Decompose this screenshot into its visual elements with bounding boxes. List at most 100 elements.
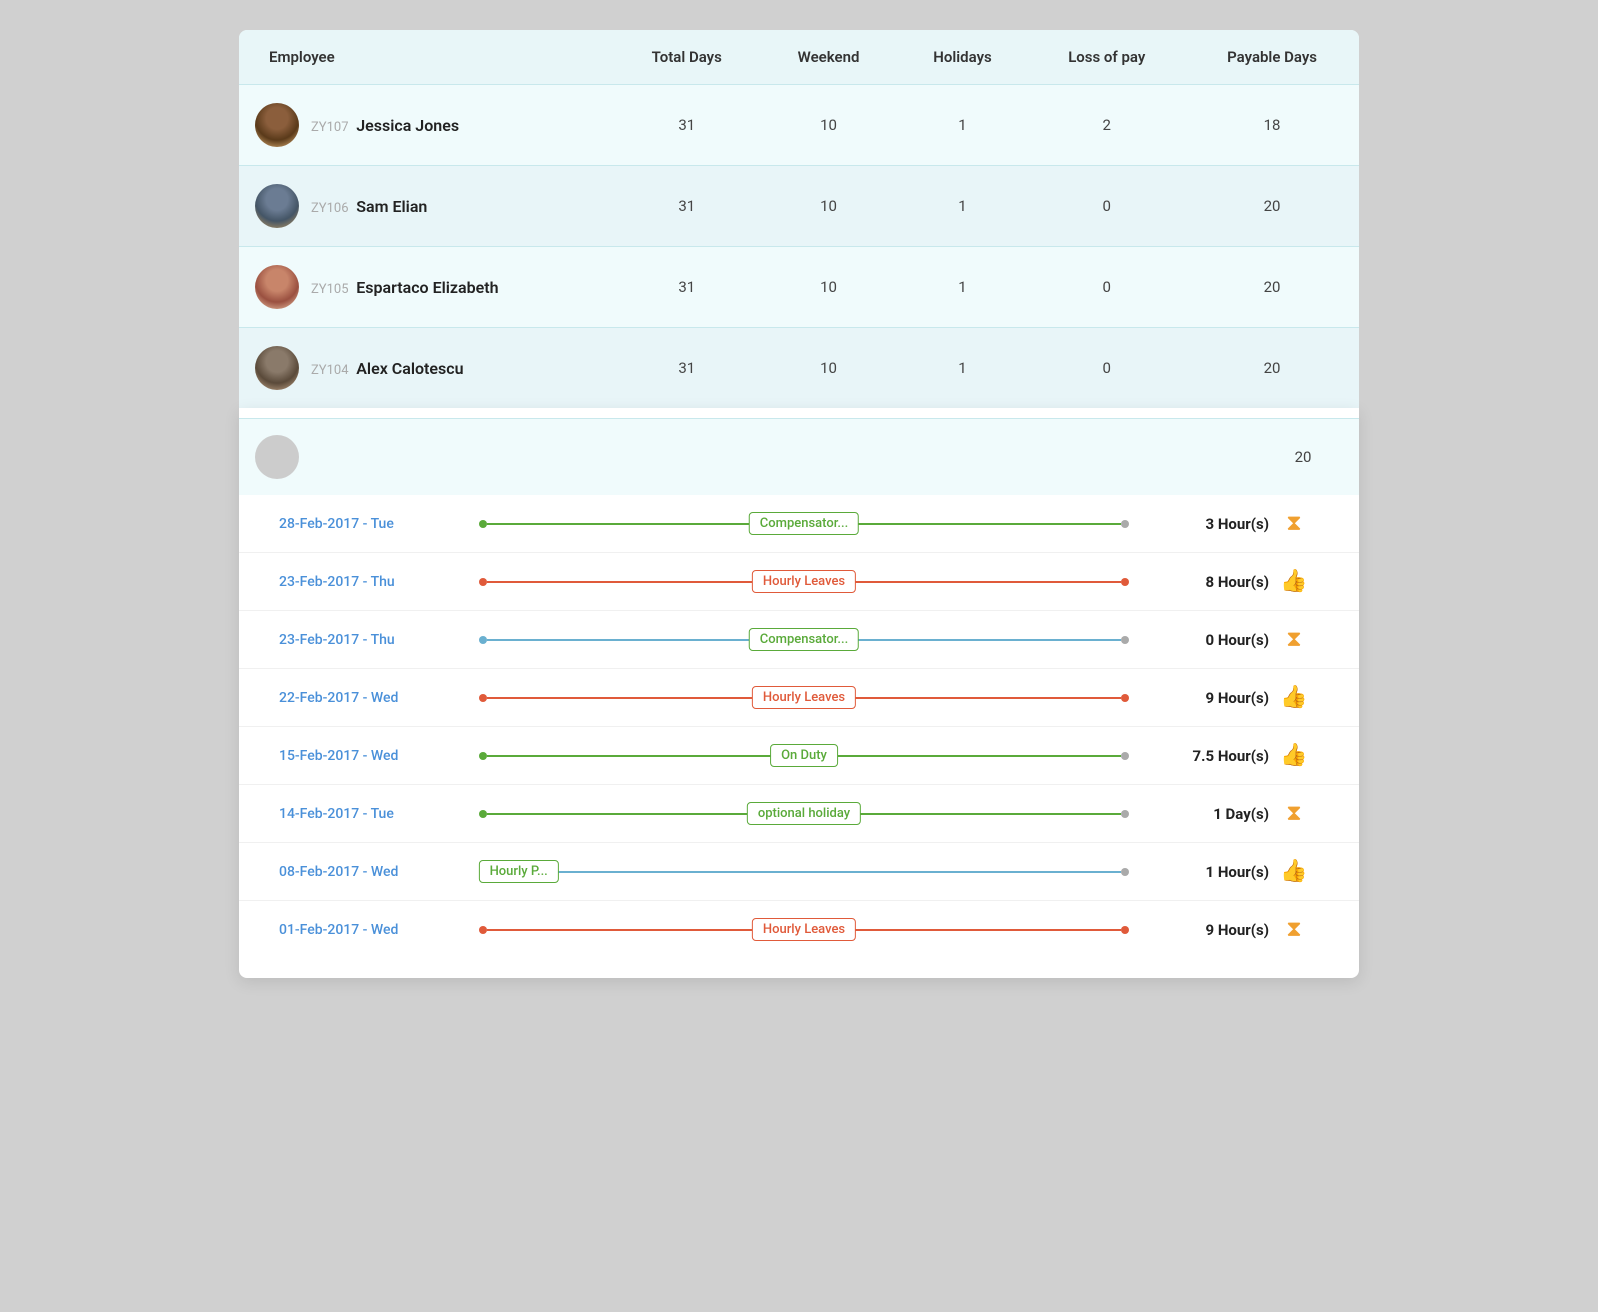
table-row[interactable]: ZY107 Jessica Jones 31 10 1 2 18	[239, 85, 1359, 166]
total-days-cell: 31	[613, 328, 760, 409]
detail-date[interactable]: 28-Feb-2017 - Tue	[279, 516, 459, 532]
weekend-cell: 10	[760, 166, 896, 247]
timeline-dot-left	[479, 520, 487, 528]
partial-payable-days: 20	[1263, 448, 1343, 466]
timeline-inner: Hourly Leaves	[487, 572, 1121, 592]
timeline-dot-right	[1121, 752, 1129, 760]
employee-table: Employee Total Days Weekend Holidays Los…	[239, 30, 1359, 408]
detail-status-icon: ⧗	[1269, 511, 1319, 536]
detail-status-icon: 👍	[1269, 685, 1319, 710]
detail-status-icon: ⧗	[1269, 917, 1319, 942]
timeline-label: optional holiday	[747, 802, 861, 825]
table-header-row: Employee Total Days Weekend Holidays Los…	[239, 30, 1359, 85]
table-row[interactable]: ZY104 Alex Calotescu 31 10 1 0 20	[239, 328, 1359, 409]
loss-of-pay-cell: 0	[1028, 328, 1185, 409]
detail-entry-row: 08-Feb-2017 - Wed Hourly P... 1 Hour(s) …	[239, 843, 1359, 901]
employee-cell: ZY104 Alex Calotescu	[239, 328, 613, 409]
timeline-label: Hourly Leaves	[752, 686, 856, 709]
detail-date[interactable]: 01-Feb-2017 - Wed	[279, 922, 459, 938]
col-header-weekend: Weekend	[760, 30, 896, 85]
weekend-cell: 10	[760, 85, 896, 166]
payable-days-cell: 20	[1185, 328, 1359, 409]
total-days-cell: 31	[613, 85, 760, 166]
col-header-loss-of-pay: Loss of pay	[1028, 30, 1185, 85]
timeline-inner: Hourly Leaves	[487, 920, 1121, 940]
avatar	[255, 265, 299, 309]
detail-hours: 1 Day(s)	[1149, 805, 1269, 823]
detail-date[interactable]: 22-Feb-2017 - Wed	[279, 690, 459, 706]
detail-date[interactable]: 15-Feb-2017 - Wed	[279, 748, 459, 764]
detail-date[interactable]: 23-Feb-2017 - Thu	[279, 632, 459, 648]
timeline: optional holiday	[479, 804, 1129, 824]
col-header-holidays: Holidays	[897, 30, 1029, 85]
timeline-inner: Hourly P...	[487, 862, 1121, 882]
timeline-dot-right	[1121, 810, 1129, 818]
detail-date[interactable]: 14-Feb-2017 - Tue	[279, 806, 459, 822]
weekend-cell: 10	[760, 328, 896, 409]
timeline: On Duty	[479, 746, 1129, 766]
detail-hours: 9 Hour(s)	[1149, 921, 1269, 939]
detail-status-icon: 👍	[1269, 859, 1319, 884]
detail-entry-row: 14-Feb-2017 - Tue optional holiday 1 Day…	[239, 785, 1359, 843]
timeline-dot-left	[479, 694, 487, 702]
avatar	[255, 435, 299, 479]
timeline-dot-right	[1121, 926, 1129, 934]
detail-panel: 20 28-Feb-2017 - Tue Compensator... 3 Ho…	[239, 408, 1359, 978]
timeline-dot-left	[479, 578, 487, 586]
detail-date[interactable]: 08-Feb-2017 - Wed	[279, 864, 459, 880]
timeline: Hourly Leaves	[479, 920, 1129, 940]
detail-status-icon: ⧗	[1269, 801, 1319, 826]
employee-id: ZY105	[311, 282, 349, 297]
timeline-dot-right	[1121, 520, 1129, 528]
holidays-cell: 1	[897, 166, 1029, 247]
timeline-dot-left	[479, 810, 487, 818]
timeline-dot-right	[1121, 694, 1129, 702]
detail-hours: 9 Hour(s)	[1149, 689, 1269, 707]
detail-date[interactable]: 23-Feb-2017 - Thu	[279, 574, 459, 590]
timeline-dot-left	[479, 636, 487, 644]
timeline-dot-right	[1121, 868, 1129, 876]
timeline-line	[487, 871, 1121, 873]
timeline-label: Compensator...	[749, 628, 859, 651]
employee-cell: ZY106 Sam Elian	[239, 166, 613, 247]
employee-name: Sam Elian	[356, 197, 427, 216]
timeline-label: Compensator...	[749, 512, 859, 535]
timeline-dot-right	[1121, 578, 1129, 586]
detail-entry-row: 28-Feb-2017 - Tue Compensator... 3 Hour(…	[239, 495, 1359, 553]
employee-id: ZY107	[311, 120, 349, 135]
detail-entry-row: 22-Feb-2017 - Wed Hourly Leaves 9 Hour(s…	[239, 669, 1359, 727]
detail-entry-row: 23-Feb-2017 - Thu Hourly Leaves 8 Hour(s…	[239, 553, 1359, 611]
total-days-cell: 31	[613, 247, 760, 328]
col-header-employee: Employee	[239, 30, 613, 85]
col-header-payable-days: Payable Days	[1185, 30, 1359, 85]
payable-days-cell: 18	[1185, 85, 1359, 166]
table-row[interactable]: ZY105 Espartaco Elizabeth 31 10 1 0 20	[239, 247, 1359, 328]
timeline: Hourly Leaves	[479, 688, 1129, 708]
timeline-inner: Compensator...	[487, 514, 1121, 534]
employee-name: Alex Calotescu	[356, 359, 463, 378]
payable-days-cell: 20	[1185, 247, 1359, 328]
employee-cell: ZY107 Jessica Jones	[239, 85, 613, 166]
timeline: Compensator...	[479, 514, 1129, 534]
timeline-label: Hourly Leaves	[752, 570, 856, 593]
detail-status-icon: 👍	[1269, 569, 1319, 594]
holidays-cell: 1	[897, 247, 1029, 328]
timeline-dot-left	[479, 926, 487, 934]
weekend-cell: 10	[760, 247, 896, 328]
detail-hours: 3 Hour(s)	[1149, 515, 1269, 533]
timeline-label: On Duty	[770, 744, 838, 767]
holidays-cell: 1	[897, 85, 1029, 166]
col-header-total-days: Total Days	[613, 30, 760, 85]
payable-days-cell: 20	[1185, 166, 1359, 247]
timeline-dot-right	[1121, 636, 1129, 644]
detail-entries: 28-Feb-2017 - Tue Compensator... 3 Hour(…	[239, 495, 1359, 958]
timeline: Hourly P...	[479, 862, 1129, 882]
timeline-inner: On Duty	[487, 746, 1121, 766]
employee-id: ZY106	[311, 201, 349, 216]
employee-name: Jessica Jones	[356, 116, 459, 135]
total-days-cell: 31	[613, 166, 760, 247]
detail-hours: 1 Hour(s)	[1149, 863, 1269, 881]
timeline-inner: optional holiday	[487, 804, 1121, 824]
detail-hours: 0 Hour(s)	[1149, 631, 1269, 649]
table-row[interactable]: ZY106 Sam Elian 31 10 1 0 20	[239, 166, 1359, 247]
